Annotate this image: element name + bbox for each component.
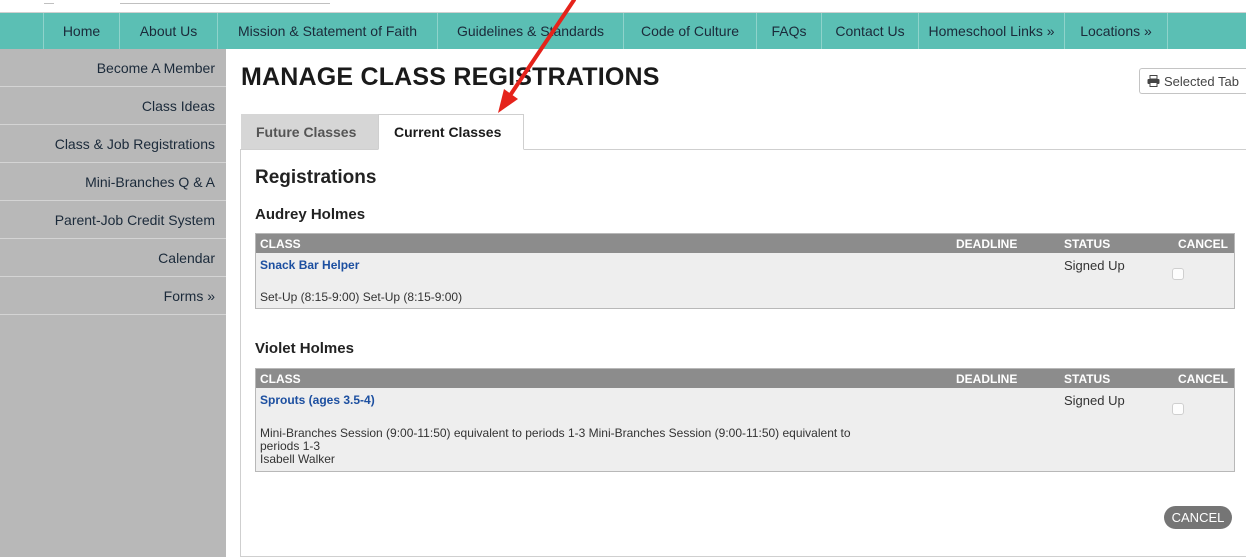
nav-item-guidelines[interactable]: Guidelines & Standards — [438, 13, 624, 49]
registration-table: CLASS DEADLINE STATUS CANCEL Snack Bar H… — [255, 233, 1235, 309]
sidebar: Become A Member Class Ideas Class & Job … — [0, 49, 226, 557]
sidebar-item-class-ideas[interactable]: Class Ideas — [0, 87, 226, 125]
print-button-label: Selected Tab — [1164, 73, 1239, 89]
class-link[interactable]: Snack Bar Helper — [260, 258, 359, 272]
sidebar-item-become-member[interactable]: Become A Member — [0, 49, 226, 87]
column-header-deadline: DEADLINE — [956, 372, 1018, 386]
main-nav: Home About Us Mission & Statement of Fai… — [0, 13, 1246, 49]
column-header-cancel: CANCEL — [1178, 372, 1228, 386]
cancel-button[interactable]: CANCEL — [1164, 506, 1232, 529]
sidebar-item-mini-branches-qa[interactable]: Mini-Branches Q & A — [0, 163, 226, 201]
nav-item-about-us[interactable]: About Us — [120, 13, 218, 49]
status-value: Signed Up — [1064, 258, 1125, 273]
column-header-deadline: DEADLINE — [956, 237, 1018, 251]
nav-item-code-of-culture[interactable]: Code of Culture — [624, 13, 757, 49]
page-title: MANAGE CLASS REGISTRATIONS — [241, 63, 660, 91]
nav-item-faqs[interactable]: FAQs — [757, 13, 822, 49]
tab-current-classes[interactable]: Current Classes — [378, 114, 524, 150]
tab-panel — [240, 149, 1246, 557]
top-strip — [0, 0, 1246, 13]
top-dash — [44, 3, 54, 4]
nav-item-mission[interactable]: Mission & Statement of Faith — [218, 13, 438, 49]
column-header-class: CLASS — [260, 237, 301, 251]
cancel-checkbox[interactable] — [1172, 268, 1184, 280]
cancel-checkbox[interactable] — [1172, 403, 1184, 415]
tab-bar: Future Classes Current Classes — [241, 114, 524, 150]
column-header-class: CLASS — [260, 372, 301, 386]
registration-table: CLASS DEADLINE STATUS CANCEL Sprouts (ag… — [255, 368, 1235, 472]
sidebar-item-parent-job-credit[interactable]: Parent-Job Credit System — [0, 201, 226, 239]
table-header: CLASS DEADLINE STATUS CANCEL — [256, 369, 1234, 388]
tab-future-classes[interactable]: Future Classes — [241, 114, 378, 150]
nav-item-locations[interactable]: Locations » — [1065, 13, 1168, 49]
registrations-heading: Registrations — [255, 167, 377, 188]
table-header: CLASS DEADLINE STATUS CANCEL — [256, 234, 1234, 253]
print-selected-tab-button[interactable]: Selected Tab — [1139, 68, 1246, 94]
table-row: Snack Bar Helper Signed Up Set-Up (8:15-… — [256, 253, 1234, 308]
student-name: Audrey Holmes — [255, 206, 366, 223]
description-line: Set-Up (8:15-9:00) Set-Up (8:15-9:00) — [260, 290, 463, 304]
sidebar-item-forms[interactable]: Forms » — [0, 277, 226, 315]
class-description: Mini-Branches Session (9:00-11:50) equiv… — [260, 427, 851, 466]
student-name: Violet Holmes — [255, 340, 354, 357]
description-line: Mini-Branches Session (9:00-11:50) equiv… — [260, 426, 851, 440]
status-value: Signed Up — [1064, 393, 1125, 408]
top-dash — [120, 3, 330, 4]
class-link[interactable]: Sprouts (ages 3.5-4) — [260, 393, 375, 407]
column-header-status: STATUS — [1064, 372, 1111, 386]
class-description: Set-Up (8:15-9:00) Set-Up (8:15-9:00) — [260, 291, 462, 304]
arrow-head — [498, 89, 518, 113]
table-row: Sprouts (ages 3.5-4) Signed Up Mini-Bran… — [256, 388, 1234, 471]
column-header-cancel: CANCEL — [1178, 237, 1228, 251]
nav-item-homeschool-links[interactable]: Homeschool Links » — [919, 13, 1065, 49]
description-line: Isabell Walker — [260, 452, 335, 466]
sidebar-item-class-job-registrations[interactable]: Class & Job Registrations — [0, 125, 226, 163]
column-header-status: STATUS — [1064, 237, 1111, 251]
nav-item-contact-us[interactable]: Contact Us — [822, 13, 919, 49]
description-line: periods 1-3 — [260, 439, 321, 453]
sidebar-item-calendar[interactable]: Calendar — [0, 239, 226, 277]
nav-spacer — [0, 13, 44, 49]
printer-icon — [1147, 75, 1160, 87]
nav-item-home[interactable]: Home — [44, 13, 120, 49]
